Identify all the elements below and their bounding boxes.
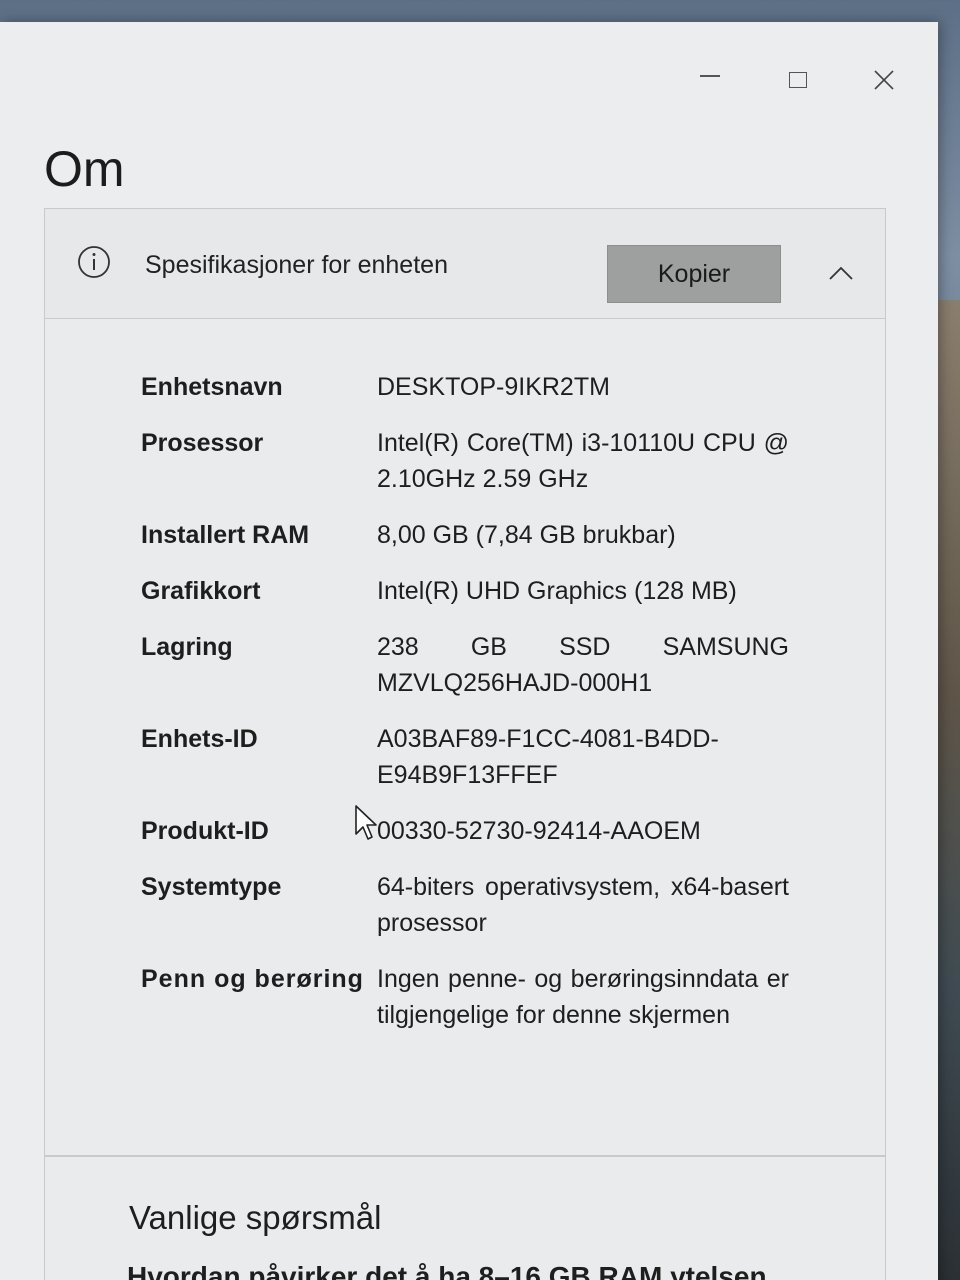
spec-label: Enhetsnavn [141, 373, 283, 401]
spec-row-product-id: Produkt-ID 00330-52730-92414-AAOEM [141, 813, 801, 849]
close-button[interactable] [864, 62, 904, 98]
spec-label: Penn og berøring [141, 965, 364, 993]
spec-label: Installert RAM [141, 521, 310, 549]
spec-value: 238 GB SSD SAMSUNG MZVLQ256HAJD-000H1 [377, 633, 789, 697]
spec-value: Intel(R) Core(TM) i3-10110U CPU @ 2.10GH… [377, 429, 789, 493]
spec-label: Enhets-ID [141, 725, 258, 753]
minimize-icon [700, 75, 720, 77]
spec-row-device-name: Enhetsnavn DESKTOP-9IKR2TM [141, 369, 801, 405]
faq-question-link[interactable]: Hvordan påvirker det å ha 8–16 GB RAM yt… [127, 1261, 807, 1280]
spec-row-storage: Lagring 238 GB SSD SAMSUNG MZVLQ256HAJD-… [141, 629, 801, 701]
device-specs-header[interactable]: Spesifikasjoner for enheten Kopier [45, 209, 885, 319]
spec-row-device-id: Enhets-ID A03BAF89-F1CC-4081-B4DD-E94B9F… [141, 721, 801, 793]
copy-button[interactable]: Kopier [607, 245, 781, 303]
info-icon [78, 246, 110, 278]
spec-row-graphics: Grafikkort Intel(R) UHD Graphics (128 MB… [141, 573, 801, 609]
spec-row-ram: Installert RAM 8,00 GB (7,84 GB brukbar) [141, 517, 801, 553]
maximize-button[interactable] [778, 62, 818, 98]
spec-label: Prosessor [141, 429, 264, 457]
spec-row-processor: Prosessor Intel(R) Core(TM) i3-10110U CP… [141, 425, 801, 497]
spec-value: 64-biters operativsystem, x64-basert pro… [377, 873, 789, 937]
spec-label: Lagring [141, 633, 233, 661]
spec-row-system-type: Systemtype 64-biters operativsystem, x64… [141, 869, 801, 941]
spec-label: Produkt-ID [141, 817, 269, 845]
spec-label: Grafikkort [141, 577, 261, 605]
spec-value: 8,00 GB (7,84 GB brukbar) [377, 521, 676, 549]
mouse-cursor-icon [355, 805, 377, 840]
faq-title: Vanlige spørsmål [129, 1199, 382, 1236]
device-specs-card: Spesifikasjoner for enheten Kopier Enhet… [44, 208, 886, 1280]
spec-row-pen-touch: Penn og berøring Ingen penne- og berørin… [141, 961, 801, 1033]
maximize-icon [789, 72, 807, 88]
chevron-up-icon [829, 266, 853, 280]
spec-label: Systemtype [141, 873, 282, 901]
settings-window: Om Spesifikasjoner for enheten Kopier En… [0, 22, 938, 1280]
spec-value: 00330-52730-92414-AAOEM [377, 817, 701, 845]
spec-value: DESKTOP-9IKR2TM [377, 373, 610, 401]
device-specs-title: Spesifikasjoner for enheten [145, 251, 448, 279]
section-divider [45, 1155, 885, 1157]
page-title: Om [44, 141, 125, 197]
spec-value: Ingen penne- og berøringsinndata er tilg… [377, 965, 789, 1029]
minimize-button[interactable] [690, 62, 730, 98]
collapse-button[interactable] [821, 253, 861, 293]
spec-value: A03BAF89-F1CC-4081-B4DD-E94B9F13FFEF [377, 725, 719, 789]
spec-value: Intel(R) UHD Graphics (128 MB) [377, 577, 737, 605]
specs-list: Enhetsnavn DESKTOP-9IKR2TM Prosessor Int… [141, 369, 801, 1053]
close-icon [874, 70, 894, 90]
